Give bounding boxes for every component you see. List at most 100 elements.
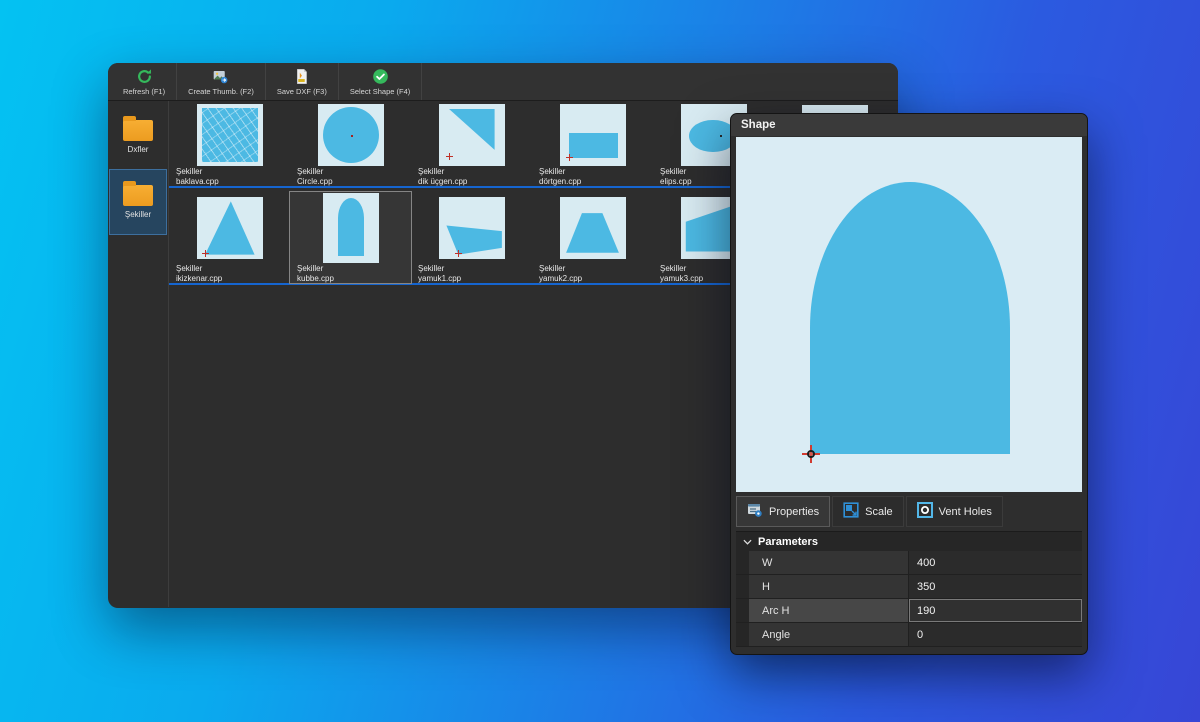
parameters-header-label: Parameters [758, 536, 818, 548]
folder-label: Şekiller [125, 210, 151, 219]
shape-preview-canvas[interactable] [736, 137, 1082, 492]
tab-vent-holes[interactable]: Vent Holes [906, 496, 1003, 527]
thumb-file-label: Circle.cpp [297, 177, 333, 187]
thumb-canvas [439, 197, 505, 259]
shape-panel-title-bar[interactable]: Shape [731, 114, 1087, 136]
thumb-canvas [560, 197, 626, 259]
tab-vent-holes-label: Vent Holes [939, 506, 992, 518]
thumb-cell-circle[interactable]: Şekiller Circle.cpp [290, 103, 411, 186]
thumb-group-label: Şekiller [176, 264, 222, 274]
param-value-field[interactable]: 350 [909, 575, 1082, 598]
trapezoid-shape [560, 197, 626, 259]
thumb-group-label: Şekiller [660, 167, 692, 177]
rectangle-shape [569, 133, 619, 158]
thumb-cell-kubbe-selected[interactable]: Şekiller kubbe.cpp [290, 192, 411, 283]
save-dxf-button[interactable]: Save DXF (F3) [266, 63, 339, 100]
wedge-shape [439, 197, 505, 259]
sidebar-item-dxfler[interactable]: Dxfler [110, 105, 166, 169]
folder-label: Dxfler [128, 145, 149, 154]
thumb-group-label: Şekiller [297, 264, 334, 274]
thumb-group-label: Şekiller [418, 167, 467, 177]
select-shape-label: Select Shape (F4) [350, 87, 410, 96]
tab-scale[interactable]: Scale [832, 496, 904, 527]
thumb-file-label: dik üçgen.cpp [418, 177, 467, 187]
parameters-section-header[interactable]: Parameters [736, 531, 1082, 551]
thumb-canvas [197, 197, 263, 259]
thumb-file-label: kubbe.cpp [297, 274, 334, 284]
save-dxf-label: Save DXF (F3) [277, 87, 327, 96]
thumb-group-label: Şekiller [297, 167, 333, 177]
properties-icon [747, 502, 763, 521]
scale-icon [843, 502, 859, 521]
thumb-cell-ikizkenar[interactable]: Şekiller ikizkenar.cpp [169, 192, 290, 283]
row-gutter [736, 575, 749, 598]
param-row-w: W 400 [736, 551, 1082, 575]
thumb-cell-yamuk1[interactable]: Şekiller yamuk1.cpp [411, 192, 532, 283]
param-name: W [749, 551, 909, 574]
sidebar-item-sekiller[interactable]: Şekiller [110, 170, 166, 234]
param-value-field[interactable]: 190 [909, 599, 1082, 622]
shape-panel-window: Shape Properties [730, 113, 1088, 655]
select-shape-button[interactable]: Select Shape (F4) [339, 63, 422, 100]
row-gutter [736, 623, 749, 646]
thumb-file-label: yamuk2.cpp [539, 274, 582, 284]
thumb-group-label: Şekiller [539, 167, 581, 177]
param-value-field[interactable]: 400 [909, 551, 1082, 574]
param-name: Angle [749, 623, 909, 646]
dome-preview-shape [810, 182, 1010, 454]
parameters-table: W 400 H 350 Arc H 190 Angle 0 [736, 551, 1082, 647]
thumb-canvas [323, 193, 379, 263]
tab-scale-label: Scale [865, 506, 893, 518]
thumb-cell-baklava[interactable]: Şekiller baklava.cpp [169, 103, 290, 186]
origin-marker-icon [202, 250, 209, 257]
thumb-file-label: ikizkenar.cpp [176, 274, 222, 284]
param-value-field[interactable]: 0 [909, 623, 1082, 646]
thumb-file-label: baklava.cpp [176, 177, 219, 187]
chevron-down-icon [743, 536, 752, 548]
textured-square-shape [202, 108, 258, 162]
create-thumbnail-icon [212, 68, 229, 85]
origin-dot [720, 135, 722, 137]
thumb-canvas [439, 104, 505, 166]
refresh-label: Refresh (F1) [123, 87, 165, 96]
create-thumbnail-button[interactable]: Create Thumb. (F2) [177, 63, 266, 100]
origin-marker-icon [446, 153, 453, 160]
thumb-group-label: Şekiller [176, 167, 219, 177]
param-row-arc-h-selected: Arc H 190 [736, 599, 1082, 623]
folder-icon [123, 120, 153, 141]
tab-properties[interactable]: Properties [736, 496, 830, 527]
thumb-cell-dik-ucgen[interactable]: Şekiller dik üçgen.cpp [411, 103, 532, 186]
save-dxf-icon [293, 68, 310, 85]
vent-holes-icon [917, 502, 933, 521]
refresh-button[interactable]: Refresh (F1) [112, 63, 177, 100]
thumb-file-label: yamuk1.cpp [418, 274, 461, 284]
param-row-h: H 350 [736, 575, 1082, 599]
origin-dot [351, 135, 353, 137]
origin-marker-icon [566, 154, 573, 161]
create-thumbnail-label: Create Thumb. (F2) [188, 87, 254, 96]
thumb-cell-yamuk2[interactable]: Şekiller yamuk2.cpp [532, 192, 653, 283]
thumb-group-label: Şekiller [418, 264, 461, 274]
thumb-canvas [197, 104, 263, 166]
shape-panel-title: Shape [741, 119, 776, 131]
thumb-file-label: dörtgen.cpp [539, 177, 581, 187]
folder-sidebar: Dxfler Şekiller [108, 101, 169, 607]
toolbar: Refresh (F1) Create Thumb. (F2) [108, 63, 898, 101]
param-name: H [749, 575, 909, 598]
param-name: Arc H [749, 599, 909, 622]
row-gutter [736, 551, 749, 574]
thumb-canvas [560, 104, 626, 166]
thumb-group-label: Şekiller [660, 264, 703, 274]
thumb-file-label: elips.cpp [660, 177, 692, 187]
select-shape-icon [372, 68, 389, 85]
shape-panel-tabbar: Properties Scale Vent Holes [736, 496, 1082, 527]
thumb-cell-dortgen[interactable]: Şekiller dörtgen.cpp [532, 103, 653, 186]
folder-icon [123, 185, 153, 206]
thumb-group-label: Şekiller [539, 264, 582, 274]
row-gutter [736, 599, 749, 622]
dome-shape [338, 198, 364, 256]
refresh-icon [136, 68, 153, 85]
origin-marker-icon [455, 250, 462, 257]
param-row-angle: Angle 0 [736, 623, 1082, 647]
thumb-canvas [318, 104, 384, 166]
